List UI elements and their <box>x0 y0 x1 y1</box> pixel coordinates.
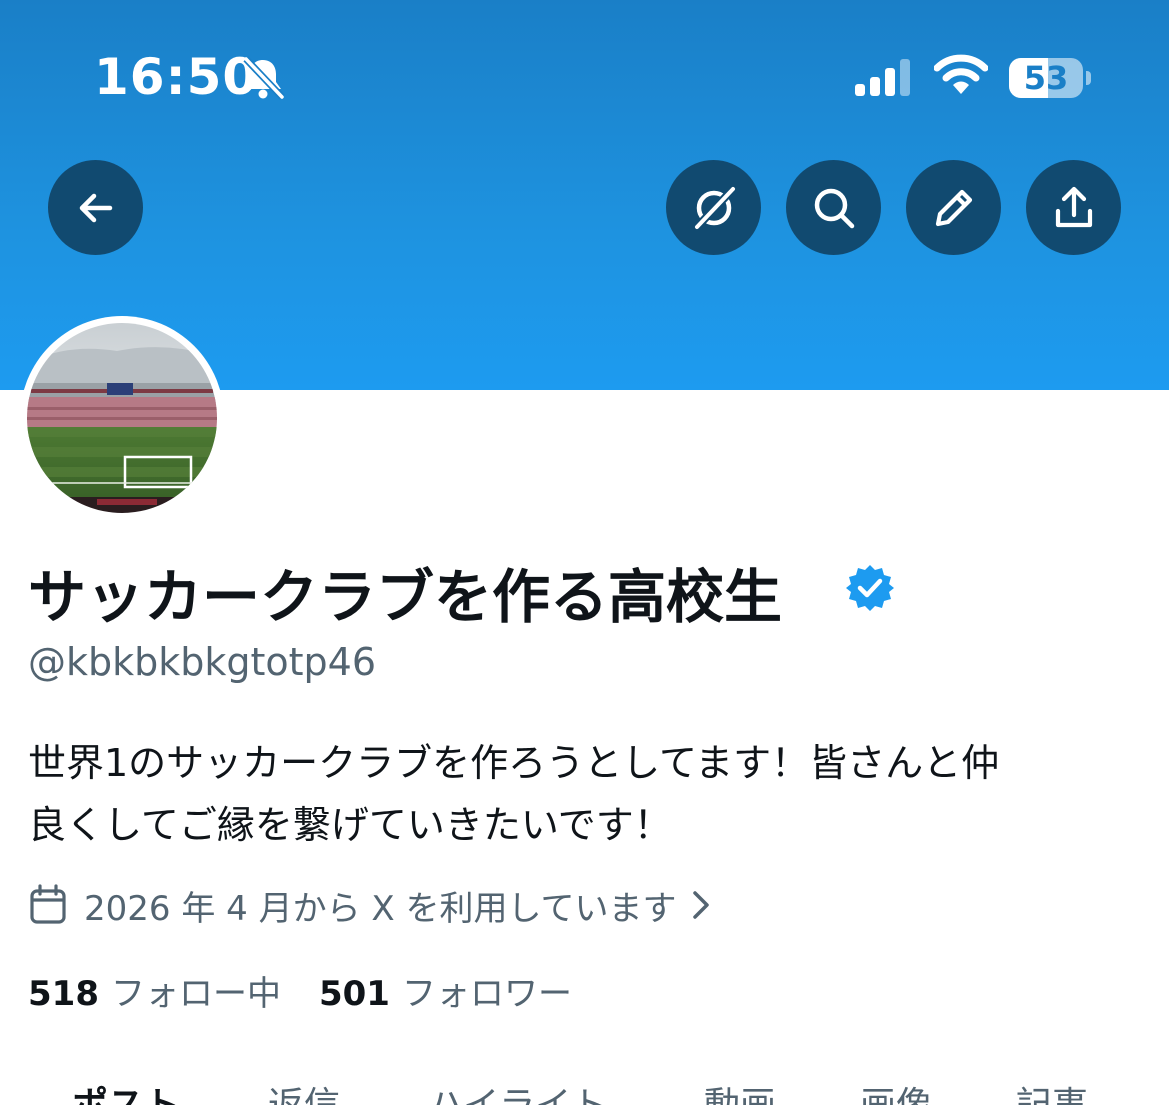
tab-posts[interactable]: ポスト <box>72 1076 180 1105</box>
status-time: 16:50 <box>94 48 259 106</box>
profile-tabs: ポスト 返信 ハイライト 動画 画像 記事 <box>0 1070 1169 1105</box>
pencil-icon <box>935 189 972 226</box>
verified-badge-icon[interactable] <box>845 563 895 613</box>
followers-label: フォロワー <box>401 974 572 1014</box>
chevron-right-icon <box>693 891 710 919</box>
display-name: サッカークラブを作る高校生 <box>28 563 783 631</box>
bio-line-2: 良くしてご縁を繋げていきたいです！ <box>28 803 672 847</box>
battery-icon: 53 <box>1009 58 1083 98</box>
grok-icon <box>693 185 736 230</box>
search-icon <box>814 188 854 228</box>
back-arrow-icon <box>79 193 112 222</box>
avatar[interactable] <box>20 316 224 520</box>
followers-count: 501 <box>318 974 390 1014</box>
avatar-image <box>27 323 217 513</box>
back-button[interactable] <box>48 160 143 255</box>
calendar-icon <box>30 884 66 924</box>
bio: 世界1のサッカークラブを作ろうとしてます！皆さんと仲 良くしてご縁を繋げていきた… <box>28 732 1138 856</box>
following-count: 518 <box>28 974 99 1014</box>
edit-button[interactable] <box>906 160 1001 255</box>
tab-replies[interactable]: 返信 <box>268 1076 340 1105</box>
wifi-icon <box>934 54 988 94</box>
battery-nub <box>1086 71 1091 85</box>
share-button[interactable] <box>1026 160 1121 255</box>
tab-articles[interactable]: 記事 <box>1016 1076 1088 1105</box>
share-icon <box>1055 186 1092 227</box>
signal-icon <box>855 59 910 96</box>
tab-videos[interactable]: 動画 <box>704 1076 776 1105</box>
followers-link[interactable]: 501 フォロワー <box>319 966 572 1015</box>
follow-stats: 518 フォロー中 501 フォロワー <box>28 966 610 1015</box>
following-label: フォロー中 <box>110 974 281 1014</box>
battery-percent: 53 <box>1023 59 1069 97</box>
joined-date-row[interactable]: 2026 年 4 月から X を利用しています <box>28 880 728 930</box>
grok-button[interactable] <box>666 160 761 255</box>
tab-highlights[interactable]: ハイライト <box>428 1076 607 1105</box>
handle: @kbkbkbkgtotp46 <box>28 640 377 684</box>
following-link[interactable]: 518 フォロー中 <box>28 966 281 1015</box>
search-button[interactable] <box>786 160 881 255</box>
tab-images[interactable]: 画像 <box>860 1076 932 1105</box>
bio-line-1: 世界1のサッカークラブを作ろうとしてます！皆さんと仲 <box>28 741 1000 785</box>
bell-muted-icon <box>243 56 285 100</box>
joined-date-text: 2026 年 4 月から X を利用しています <box>84 888 677 929</box>
